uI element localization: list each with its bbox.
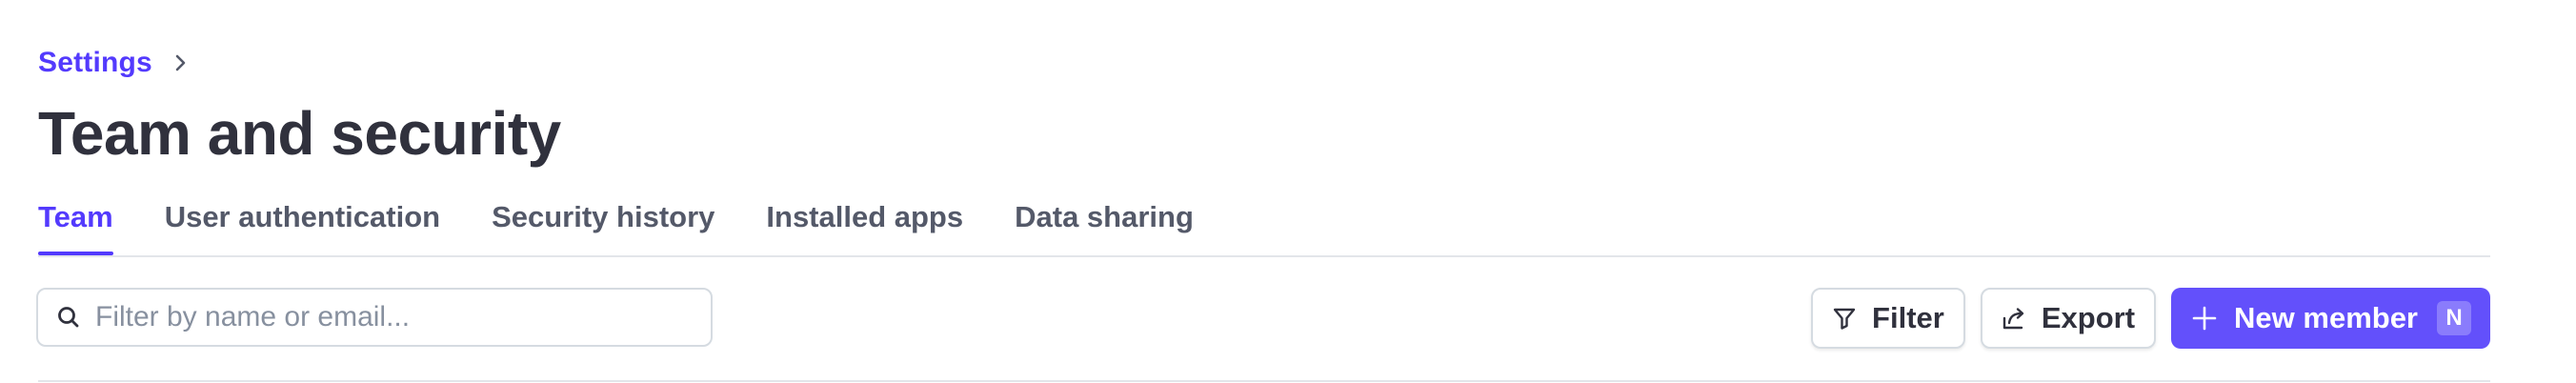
tab-bar: Team User authentication Security histor… xyxy=(38,191,2490,257)
chevron-right-icon xyxy=(170,51,192,74)
filter-icon xyxy=(1830,304,1859,333)
new-member-button-label: New member xyxy=(2234,301,2418,334)
settings-page: Settings Team and security Team User aut… xyxy=(36,0,2490,383)
tab-security-history[interactable]: Security history xyxy=(492,191,714,253)
search-input[interactable] xyxy=(95,301,667,333)
tab-installed-apps[interactable]: Installed apps xyxy=(766,191,963,253)
tab-team[interactable]: Team xyxy=(38,191,113,255)
toolbar-actions: Filter Export New member N xyxy=(1811,288,2490,349)
section-divider xyxy=(38,380,2490,382)
new-member-button[interactable]: New member N xyxy=(2171,288,2490,349)
keyboard-shortcut-badge: N xyxy=(2437,301,2471,335)
filter-button-label: Filter xyxy=(1872,301,1944,334)
page-title: Team and security xyxy=(38,99,561,168)
breadcrumb: Settings xyxy=(38,44,192,82)
export-button-label: Export xyxy=(2041,301,2136,334)
tab-user-authentication[interactable]: User authentication xyxy=(165,191,440,253)
export-button[interactable]: Export xyxy=(1980,288,2157,349)
search-icon xyxy=(55,304,82,331)
search-box[interactable] xyxy=(36,288,713,347)
filter-button[interactable]: Filter xyxy=(1811,288,1965,349)
plus-icon xyxy=(2190,304,2219,333)
tab-data-sharing[interactable]: Data sharing xyxy=(1015,191,1194,253)
export-icon xyxy=(2000,304,2028,333)
breadcrumb-settings-link[interactable]: Settings xyxy=(38,47,152,79)
